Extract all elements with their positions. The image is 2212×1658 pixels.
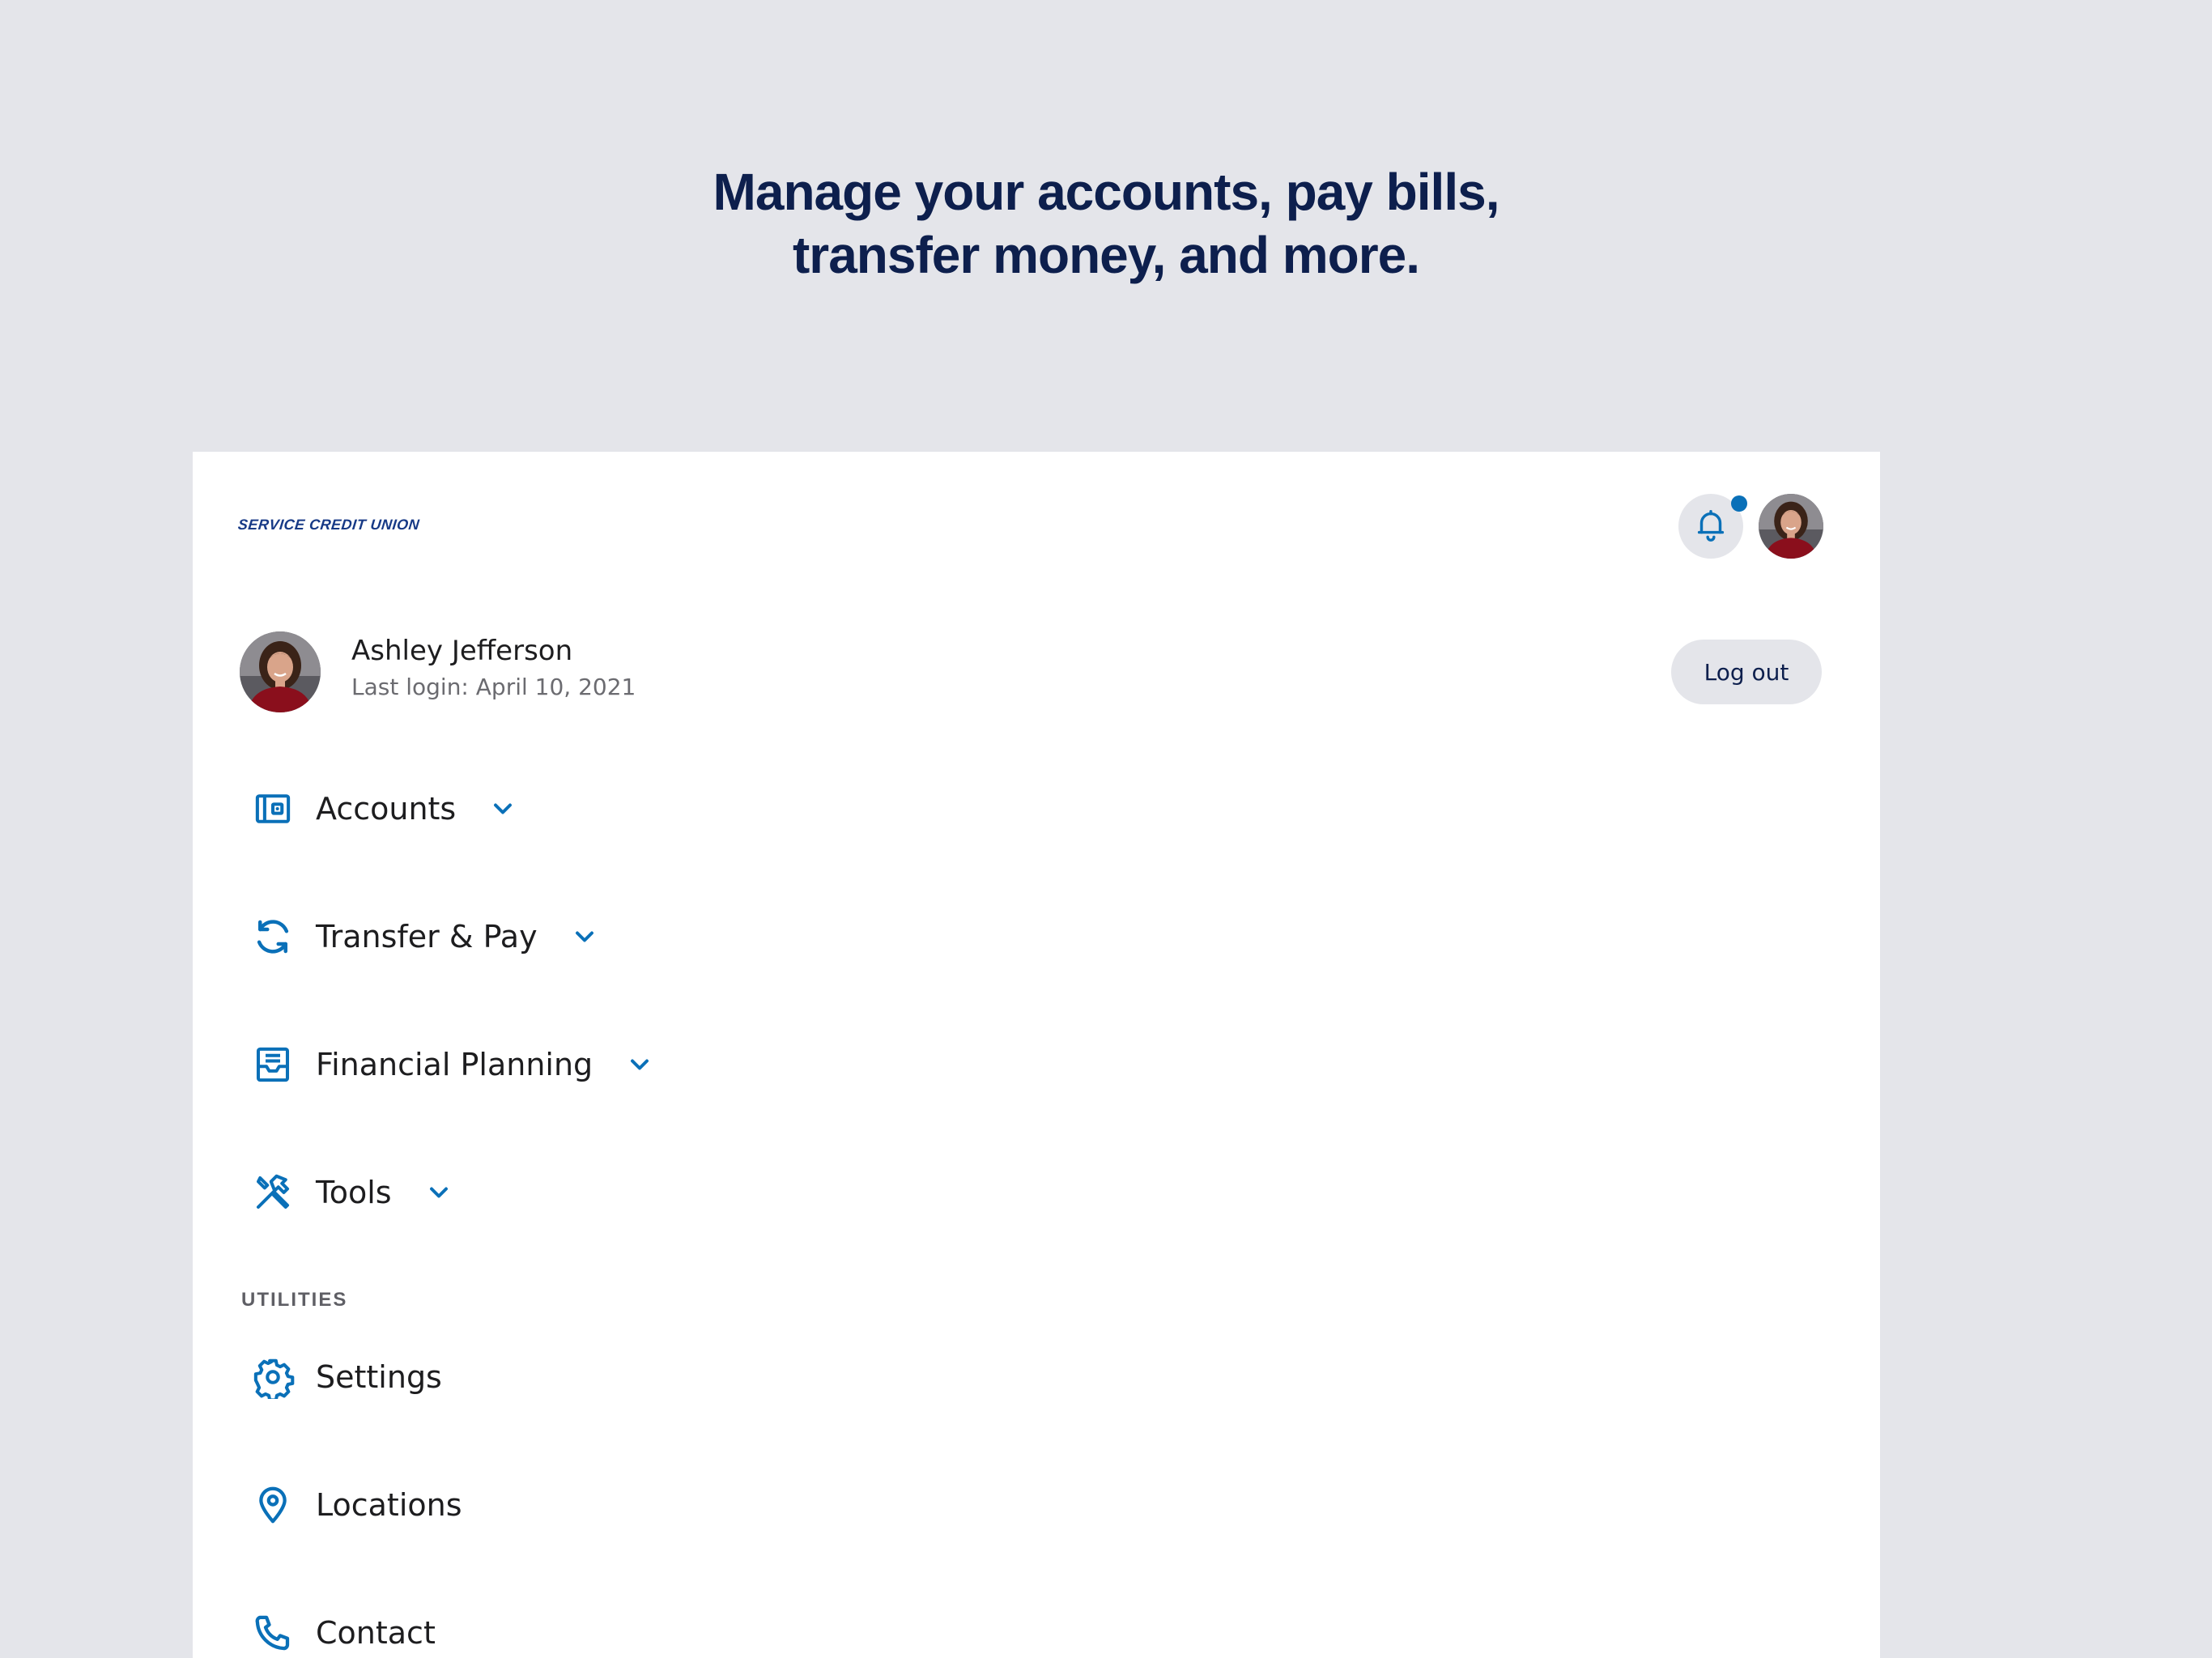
menu-item-contact[interactable]: Contact: [251, 1605, 436, 1658]
menu-item-tools[interactable]: Tools: [251, 1164, 453, 1221]
chevron-down-icon[interactable]: [570, 922, 599, 951]
bell-icon: [1692, 506, 1729, 547]
phone-icon: [251, 1611, 295, 1655]
headline-line-2: transfer money, and more.: [792, 226, 1420, 284]
menu-item-transfer-pay[interactable]: Transfer & Pay: [251, 908, 599, 965]
menu-item-label: Locations: [316, 1487, 462, 1523]
last-login-text: Last login: April 10, 2021: [351, 674, 636, 700]
menu-item-settings[interactable]: Settings: [251, 1349, 442, 1405]
tools-icon: [251, 1171, 295, 1214]
menu-item-label: Accounts: [316, 791, 457, 827]
marketing-headline: Manage your accounts, pay bills, transfe…: [0, 160, 2212, 287]
brand-logo[interactable]: SERVICE CREDIT UNION: [237, 517, 420, 534]
menu-item-label: Contact: [316, 1615, 436, 1651]
refresh-icon: [251, 915, 295, 959]
menu-item-label: Settings: [316, 1359, 442, 1395]
notification-badge-dot: [1731, 495, 1747, 512]
chevron-down-icon[interactable]: [488, 794, 517, 823]
menu-item-locations[interactable]: Locations: [251, 1477, 462, 1533]
menu-item-label: Financial Planning: [316, 1047, 593, 1082]
utilities-section-label: UTILITIES: [241, 1289, 348, 1311]
app-panel: SERVICE CREDIT UNION Ashley Jefferson La…: [193, 452, 1880, 1658]
location-pin-icon: [251, 1483, 295, 1527]
menu-item-label: Transfer & Pay: [316, 919, 538, 954]
headline-line-1: Manage your accounts, pay bills,: [713, 163, 1500, 221]
profile-avatar: [240, 631, 321, 712]
header-avatar[interactable]: [1759, 494, 1823, 559]
logout-button[interactable]: Log out: [1671, 640, 1822, 704]
inbox-icon: [251, 1043, 295, 1086]
menu-item-financial-planning[interactable]: Financial Planning: [251, 1036, 654, 1093]
chevron-down-icon[interactable]: [424, 1178, 453, 1207]
menu-item-label: Tools: [316, 1175, 392, 1210]
user-name: Ashley Jefferson: [351, 635, 573, 667]
menu-item-accounts[interactable]: Accounts: [251, 780, 517, 837]
chevron-down-icon[interactable]: [625, 1050, 654, 1079]
wallet-icon: [251, 787, 295, 831]
gear-icon: [251, 1355, 295, 1399]
